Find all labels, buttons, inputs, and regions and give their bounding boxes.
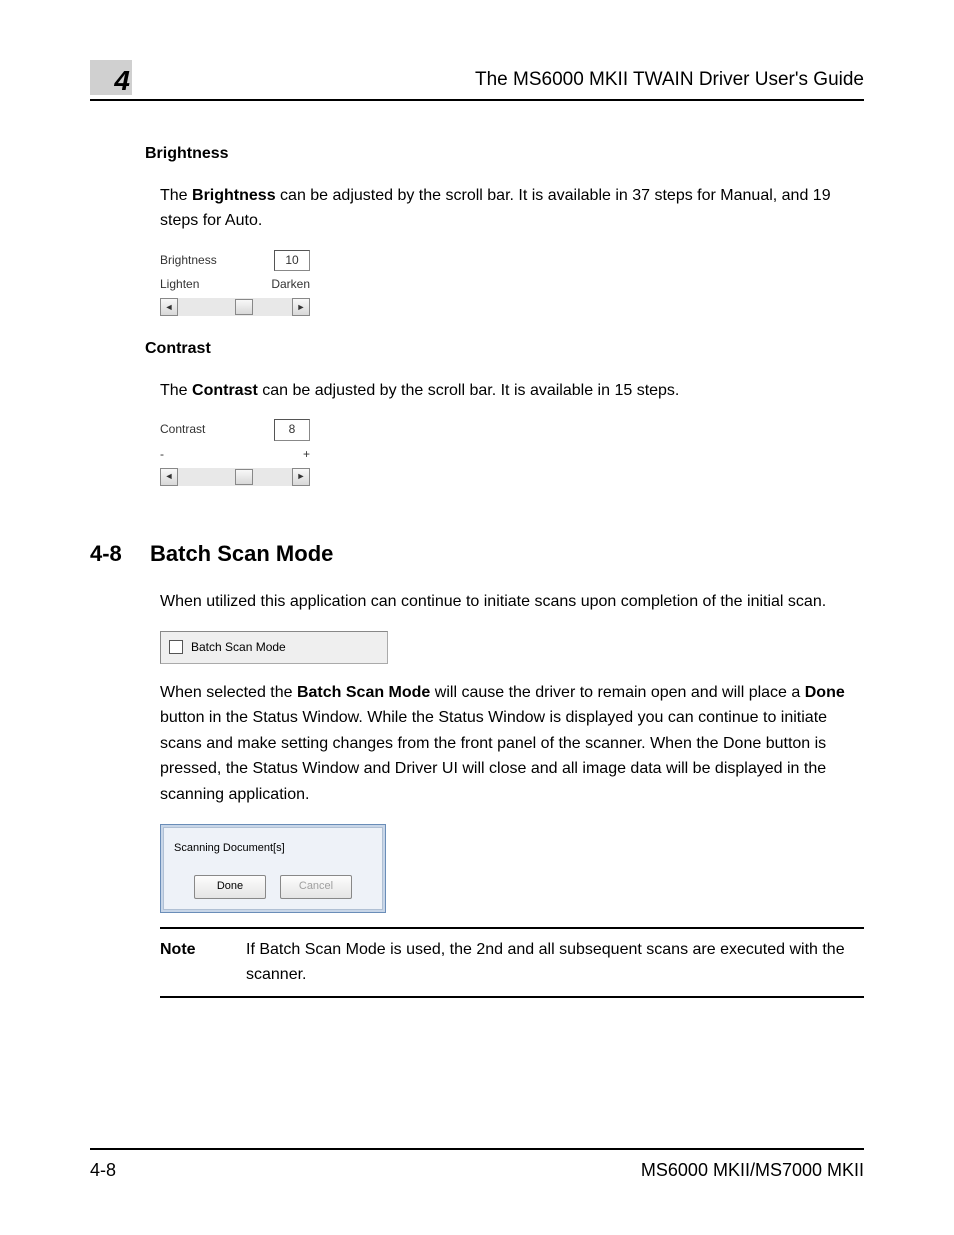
scanning-status-text: Scanning Document[s] (174, 840, 372, 858)
footer-page-number: 4-8 (90, 1156, 116, 1185)
arrow-left-icon[interactable]: ◄ (160, 468, 178, 486)
done-button[interactable]: Done (194, 875, 266, 899)
arrow-right-icon[interactable]: ► (292, 298, 310, 316)
text-bold: Batch Scan Mode (297, 684, 430, 701)
page-header: 4 The MS6000 MKII TWAIN Driver User's Gu… (90, 60, 864, 101)
brightness-value[interactable]: 10 (274, 250, 310, 271)
arrow-right-icon[interactable]: ► (292, 468, 310, 486)
label-minus: - (160, 445, 164, 464)
page-footer: 4-8 MS6000 MKII/MS7000 MKII (90, 1148, 864, 1185)
text-bold: Brightness (192, 187, 276, 204)
arrow-left-icon[interactable]: ◄ (160, 298, 178, 316)
label-plus: + (303, 445, 310, 464)
contrast-heading: Contrast (145, 336, 864, 362)
contrast-scrollbar[interactable]: ◄ ► (160, 468, 310, 486)
brightness-paragraph: The Brightness can be adjusted by the sc… (160, 183, 864, 234)
text: The (160, 382, 192, 399)
section-heading: 4-8Batch Scan Mode (90, 536, 864, 571)
label-lighten: Lighten (160, 275, 199, 294)
scrollbar-track[interactable] (178, 299, 292, 315)
brightness-heading: Brightness (145, 141, 864, 167)
text: The (160, 187, 192, 204)
text: will cause the driver to remain open and… (430, 684, 804, 701)
batch-scan-checkbox-panel[interactable]: Batch Scan Mode (160, 631, 388, 664)
text-bold: Contrast (192, 382, 258, 399)
note-text: If Batch Scan Mode is used, the 2nd and … (246, 937, 864, 988)
header-title: The MS6000 MKII TWAIN Driver User's Guid… (475, 65, 864, 95)
checkbox-icon[interactable] (169, 640, 183, 654)
brightness-scrollbar[interactable]: ◄ ► (160, 298, 310, 316)
brightness-control: Brightness 10 Lighten Darken ◄ ► (160, 250, 310, 316)
scrollbar-thumb[interactable] (235, 469, 253, 485)
section-number: 4-8 (90, 536, 150, 571)
contrast-control: Contrast 8 - + ◄ ► (160, 419, 310, 485)
brightness-label: Brightness (160, 251, 217, 270)
section-title: Batch Scan Mode (150, 541, 333, 566)
footer-model: MS6000 MKII/MS7000 MKII (641, 1156, 864, 1185)
text-bold: Done (805, 684, 845, 701)
scrollbar-thumb[interactable] (235, 299, 253, 315)
checkbox-label: Batch Scan Mode (191, 638, 286, 657)
cancel-button: Cancel (280, 875, 352, 899)
batch-intro: When utilized this application can conti… (160, 589, 864, 615)
text: can be adjusted by the scroll bar. It is… (258, 382, 680, 399)
note-label: Note (160, 937, 220, 988)
note-block: Note If Batch Scan Mode is used, the 2nd… (160, 927, 864, 998)
contrast-value[interactable]: 8 (274, 419, 310, 440)
scanning-dialog: Scanning Document[s] Done Cancel (160, 824, 386, 913)
contrast-paragraph: The Contrast can be adjusted by the scro… (160, 378, 864, 404)
batch-paragraph-2: When selected the Batch Scan Mode will c… (160, 680, 864, 808)
text: button in the Status Window. While the S… (160, 709, 827, 803)
label-darken: Darken (271, 275, 310, 294)
text: When selected the (160, 684, 297, 701)
scrollbar-track[interactable] (178, 469, 292, 485)
chapter-number: 4 (90, 60, 132, 95)
contrast-label: Contrast (160, 420, 205, 439)
